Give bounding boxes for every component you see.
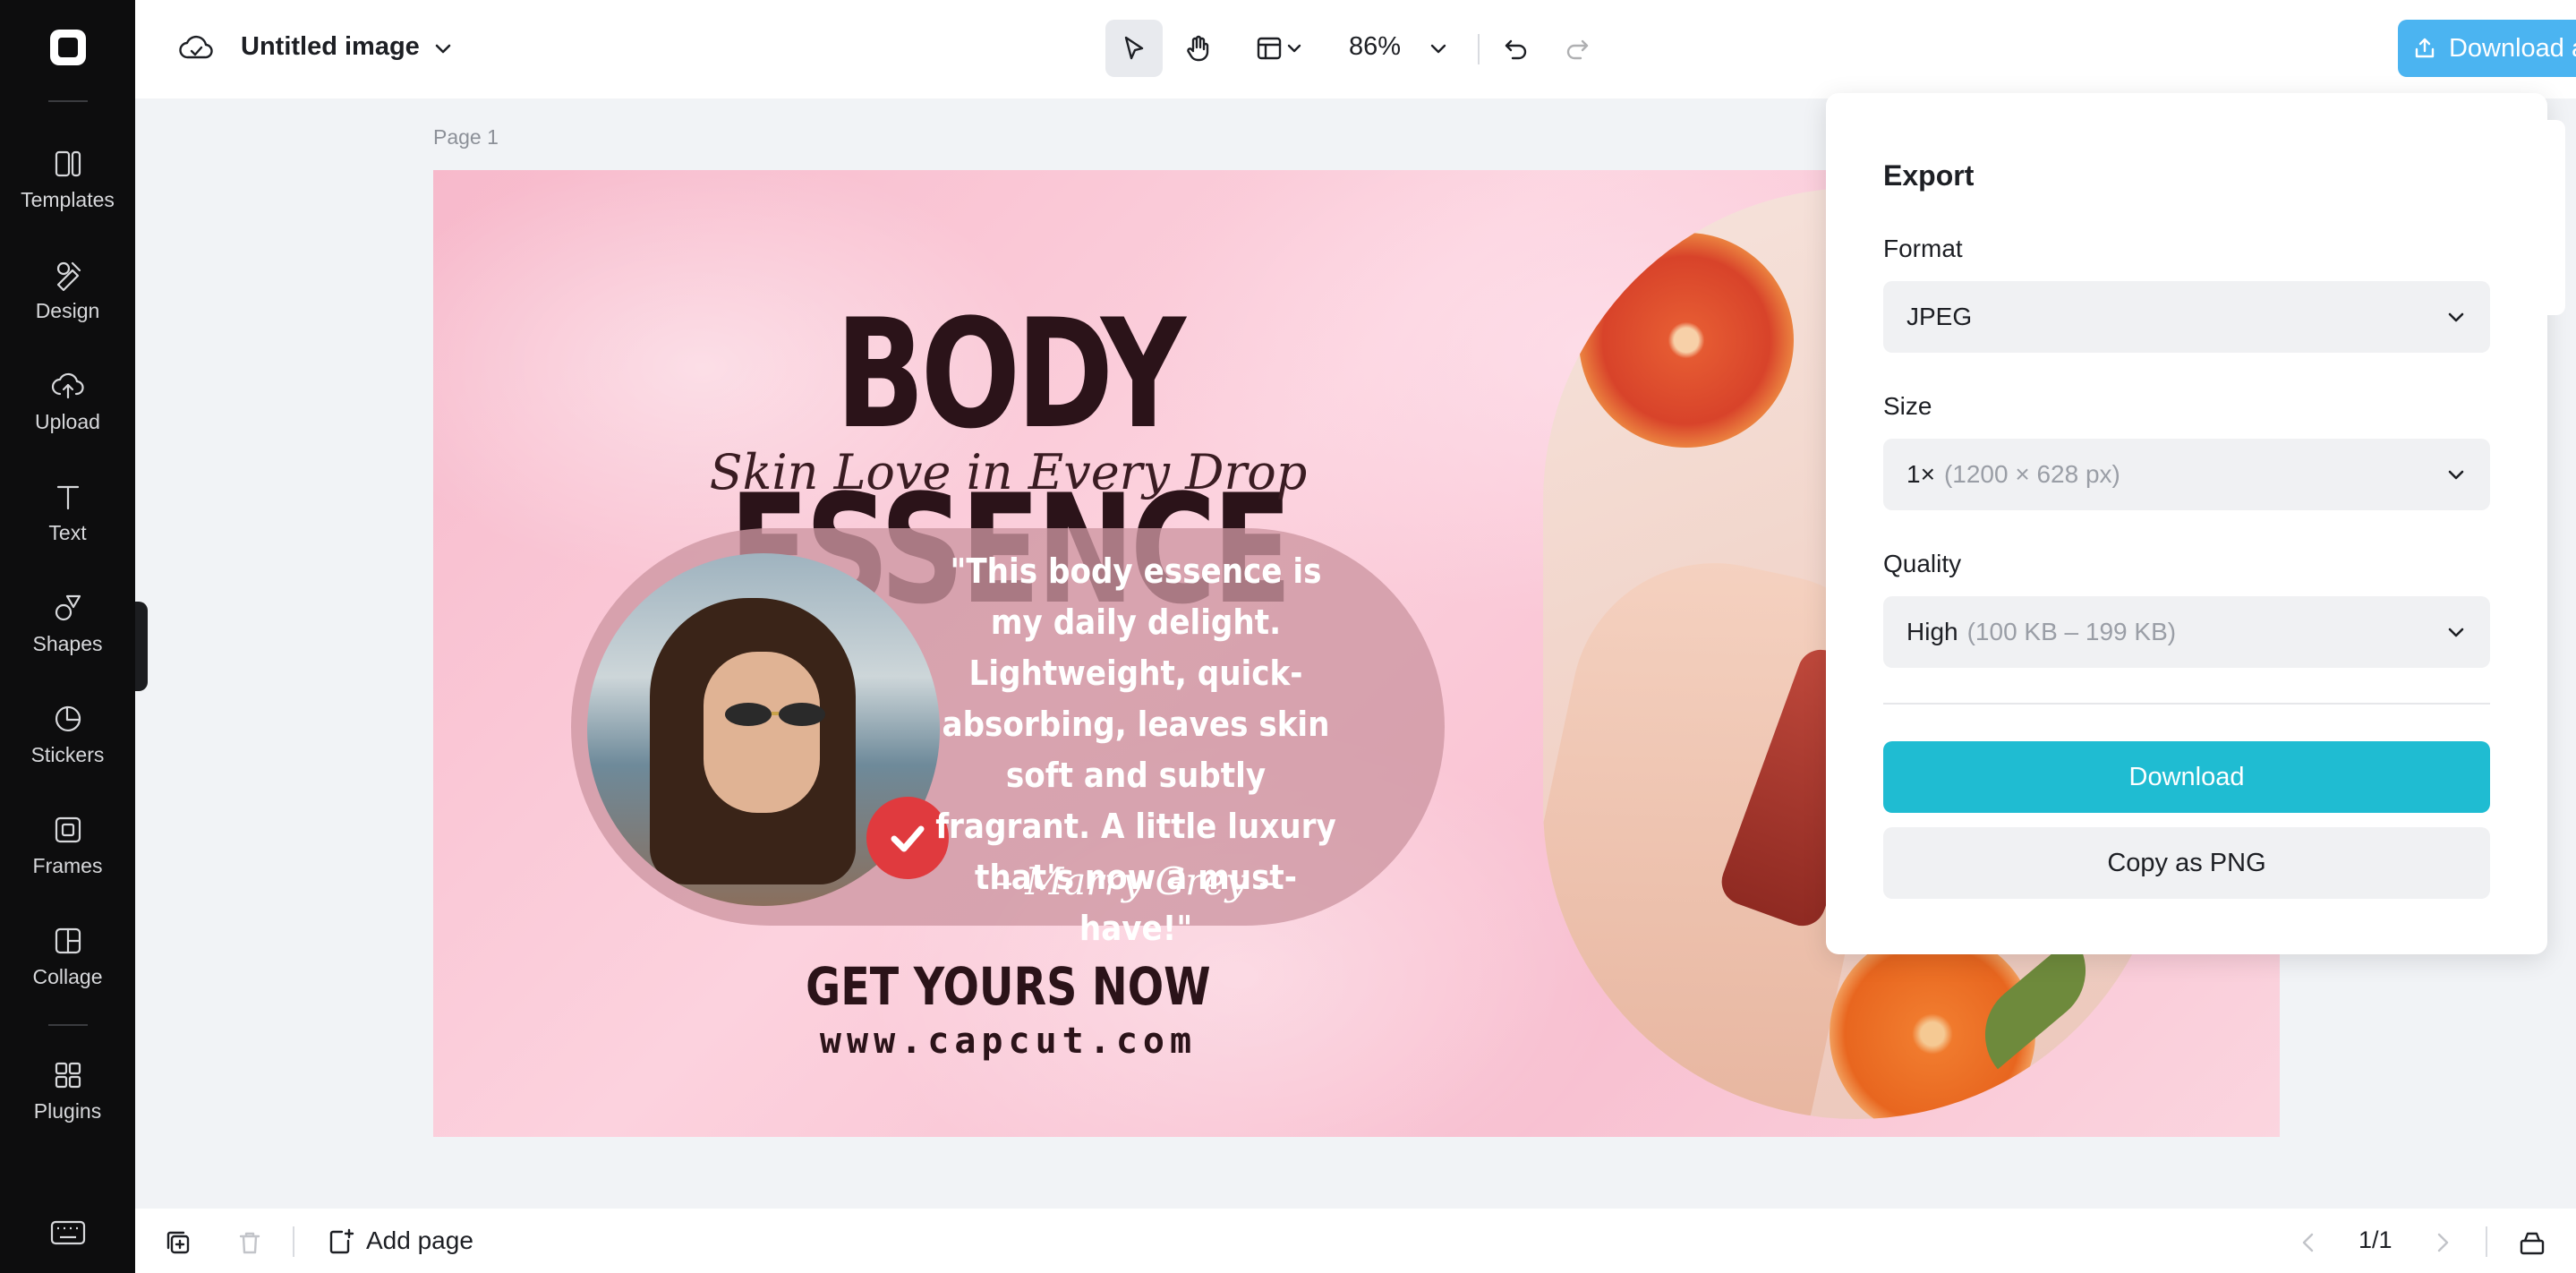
chevron-right-icon	[2437, 1233, 2449, 1252]
document-title[interactable]: Untitled image	[241, 32, 420, 62]
top-toolbar: Untitled image 86% Download all	[135, 0, 2576, 98]
sidebar-item-stickers[interactable]: Stickers	[0, 685, 135, 783]
download-button[interactable]: Download	[1883, 741, 2490, 813]
website-url-text[interactable]: www.capcut.com	[433, 1021, 1583, 1062]
cloud-sync-icon[interactable]	[178, 30, 214, 66]
pointer-icon	[1124, 36, 1144, 60]
left-sidebar: Templates Design Upload Text Shapes Stic…	[0, 0, 135, 1273]
keyboard-icon[interactable]	[50, 1219, 86, 1246]
sidebar-item-design[interactable]: Design	[0, 241, 135, 339]
plugins-icon	[55, 1062, 81, 1088]
bottombar-divider	[293, 1226, 294, 1257]
quality-label: Quality	[1883, 550, 1962, 577]
previous-page-button[interactable]	[2294, 1228, 2323, 1257]
size-value: 1×	[1906, 460, 1935, 488]
sidebar-item-text[interactable]: Text	[0, 463, 135, 561]
sidebar-collapse-handle[interactable]	[135, 602, 148, 691]
chevron-left-icon	[2302, 1233, 2314, 1252]
page-counter: 1/1	[2358, 1226, 2393, 1253]
upload-icon	[51, 372, 84, 398]
trash-icon	[239, 1232, 260, 1254]
sidebar-item-label: Stickers	[30, 742, 105, 766]
quality-value: High	[1906, 618, 1958, 645]
sidebar-item-label: Upload	[35, 409, 100, 433]
size-label: Size	[1883, 392, 1932, 420]
sidebar-item-label: Frames	[32, 853, 103, 877]
download-all-button[interactable]: Download all	[2398, 20, 2576, 77]
delete-page-button[interactable]	[235, 1228, 264, 1257]
chevron-down-icon	[2448, 628, 2464, 637]
pages-panel-icon	[2520, 1232, 2545, 1255]
quality-select[interactable]: High (100 KB – 199 KB)	[1883, 596, 2490, 668]
export-divider	[1883, 703, 2490, 705]
stickers-icon	[55, 705, 81, 731]
sidebar-item-templates[interactable]: Templates	[0, 130, 135, 228]
tagline-text[interactable]: Skin Love in Every Drop	[433, 444, 1583, 500]
sidebar-divider	[48, 100, 88, 102]
sidebar-item-collage[interactable]: Collage	[0, 907, 135, 1005]
size-select[interactable]: 1× (1200 × 628 px)	[1883, 439, 2490, 510]
bottombar-divider	[2486, 1226, 2487, 1257]
sidebar-item-frames[interactable]: Frames	[0, 796, 135, 894]
add-page-label: Add page	[366, 1226, 473, 1254]
page-panel-button[interactable]	[2518, 1228, 2546, 1257]
capcut-logo[interactable]	[50, 30, 86, 65]
sidebar-item-shapes[interactable]: Shapes	[0, 574, 135, 672]
toolbar-divider	[1478, 34, 1480, 64]
add-page-button[interactable]: Add page	[327, 1225, 473, 1257]
testimonial-author[interactable]: – Marry Grey –	[934, 859, 1337, 903]
download-all-label: Download all	[2448, 33, 2576, 63]
chevron-down-icon	[1287, 44, 1301, 53]
text-icon	[56, 485, 79, 509]
duplicate-page-button[interactable]	[164, 1228, 192, 1257]
sidebar-item-upload[interactable]: Upload	[0, 352, 135, 450]
collage-icon	[55, 927, 81, 953]
sidebar-item-label: Templates	[21, 187, 115, 211]
chevron-down-icon	[1430, 44, 1446, 54]
layout-button[interactable]	[1241, 20, 1317, 77]
quality-detail: (100 KB – 199 KB)	[1966, 618, 2177, 645]
hand-tool-button[interactable]	[1170, 20, 1227, 77]
export-title: Export	[1883, 159, 1975, 192]
design-icon	[56, 261, 81, 291]
undo-button[interactable]	[1494, 20, 1539, 77]
redo-icon	[1566, 39, 1589, 60]
undo-icon	[1505, 39, 1527, 60]
sidebar-item-label: Plugins	[33, 1098, 102, 1123]
redo-button[interactable]	[1555, 20, 1599, 77]
next-page-button[interactable]	[2428, 1228, 2457, 1257]
select-tool-button[interactable]	[1105, 20, 1163, 77]
cta-text[interactable]: GET YOURS NOW	[537, 956, 1480, 1017]
side-panel-edge	[2547, 120, 2565, 315]
templates-icon	[55, 150, 81, 176]
copy-as-png-button[interactable]: Copy as PNG	[1883, 827, 2490, 899]
upload-share-icon	[2415, 38, 2435, 58]
page-label: Page 1	[433, 125, 499, 149]
sidebar-item-label: Shapes	[32, 631, 103, 655]
add-page-icon	[329, 1228, 354, 1254]
format-label: Format	[1883, 235, 1963, 262]
sidebar-item-label: Collage	[32, 964, 103, 988]
chevron-down-icon	[2448, 312, 2464, 322]
format-value: JPEG	[1906, 303, 1973, 330]
sidebar-item-label: Text	[48, 520, 87, 544]
duplicate-page-icon	[166, 1231, 190, 1254]
sidebar-divider	[48, 1024, 88, 1026]
sidebar-item-plugins[interactable]: Plugins	[0, 1041, 135, 1140]
frames-icon	[55, 816, 81, 842]
zoom-dropdown-button[interactable]	[1420, 20, 1456, 77]
shapes-icon	[55, 594, 81, 620]
bottom-bar: Add page 1/1	[135, 1209, 2576, 1273]
format-select[interactable]: JPEG	[1883, 281, 2490, 353]
hand-icon	[1187, 35, 1209, 62]
size-detail: (1200 × 628 px)	[1943, 460, 2120, 488]
zoom-level[interactable]: 86%	[1349, 32, 1401, 62]
layout-icon	[1257, 37, 1282, 60]
sidebar-item-label: Design	[35, 298, 100, 322]
chevron-down-icon[interactable]	[431, 36, 456, 61]
export-panel: Export Format JPEG Size 1× (1200 × 628 p…	[1826, 93, 2547, 954]
chevron-down-icon	[2448, 470, 2464, 480]
